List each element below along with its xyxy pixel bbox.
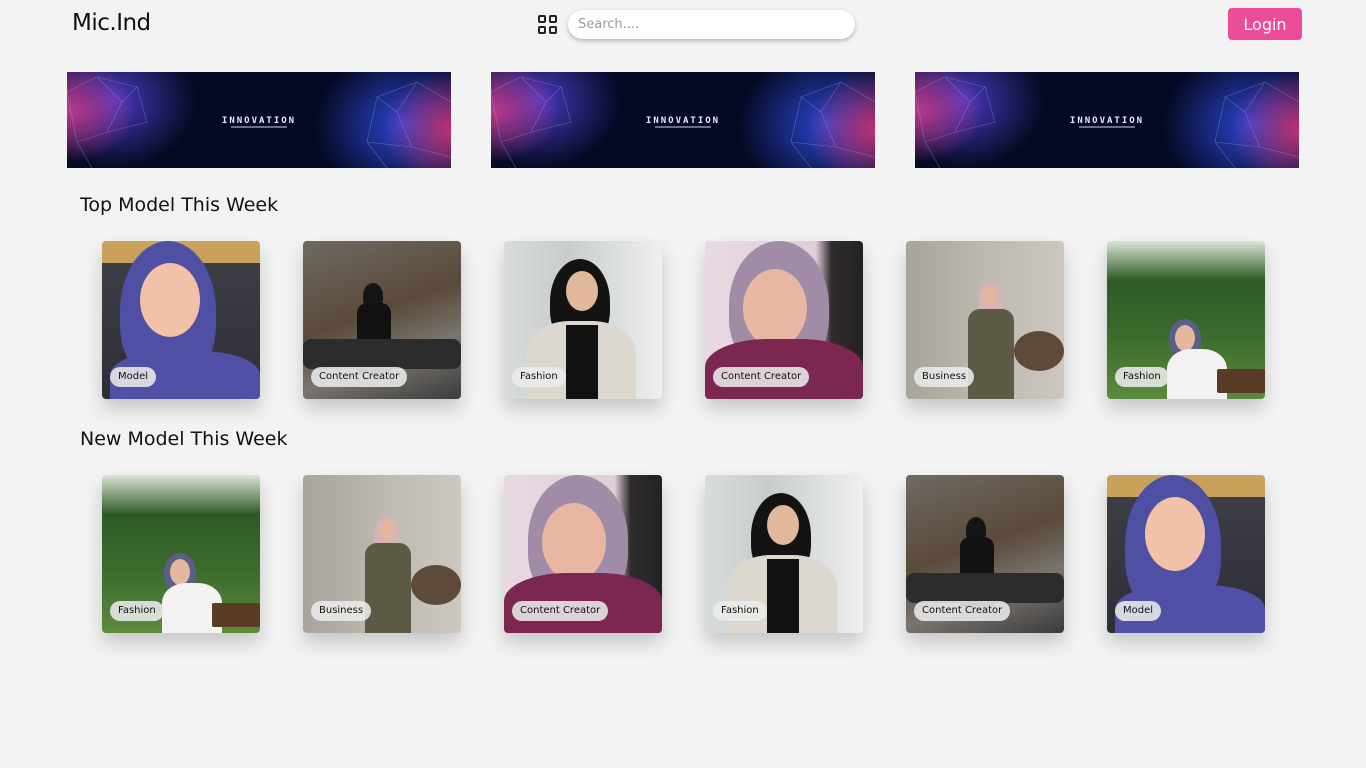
banner-title: INNOVATION [645, 116, 721, 126]
model-card[interactable]: Model [1107, 475, 1265, 633]
category-tag: Business [914, 367, 975, 387]
model-card[interactable]: Content Creator [906, 475, 1064, 633]
section-title-top-model: Top Model This Week [80, 194, 279, 216]
model-card[interactable]: Content Creator [504, 475, 662, 633]
model-card[interactable]: Content Creator [303, 241, 461, 399]
category-tag: Content Creator [311, 367, 408, 387]
model-card[interactable]: Fashion [504, 241, 662, 399]
category-tag: Fashion [512, 367, 566, 387]
model-card[interactable]: Fashion [102, 475, 260, 633]
category-tag: Fashion [110, 601, 164, 621]
banner-subtitle-line [655, 126, 711, 128]
model-card[interactable]: Model [102, 241, 260, 399]
banner-subtitle-line [231, 126, 287, 128]
banner-2[interactable]: INNOVATION [491, 72, 875, 168]
banner-title: INNOVATION [221, 116, 297, 126]
banner-1[interactable]: INNOVATION [67, 72, 451, 168]
banner-subtitle-line [1079, 126, 1135, 128]
search-input[interactable] [568, 10, 855, 39]
brand-logo[interactable]: Mic.Ind [72, 10, 151, 36]
model-card[interactable]: Content Creator [705, 241, 863, 399]
category-tag: Content Creator [914, 601, 1011, 621]
model-card[interactable]: Fashion [705, 475, 863, 633]
category-tag: Content Creator [512, 601, 609, 621]
model-card[interactable]: Business [303, 475, 461, 633]
category-tag: Model [1115, 601, 1162, 621]
model-card[interactable]: Fashion [1107, 241, 1265, 399]
category-tag: Fashion [1115, 367, 1169, 387]
category-tag: Fashion [713, 601, 767, 621]
category-tag: Model [110, 367, 157, 387]
banner-title: INNOVATION [1069, 116, 1145, 126]
section-title-new-model: New Model This Week [80, 428, 288, 450]
category-tag: Content Creator [713, 367, 810, 387]
category-tag: Business [311, 601, 372, 621]
login-button[interactable]: Login [1228, 8, 1302, 40]
grid-menu-icon[interactable] [538, 15, 557, 34]
banner-3[interactable]: INNOVATION [915, 72, 1299, 168]
model-card[interactable]: Business [906, 241, 1064, 399]
